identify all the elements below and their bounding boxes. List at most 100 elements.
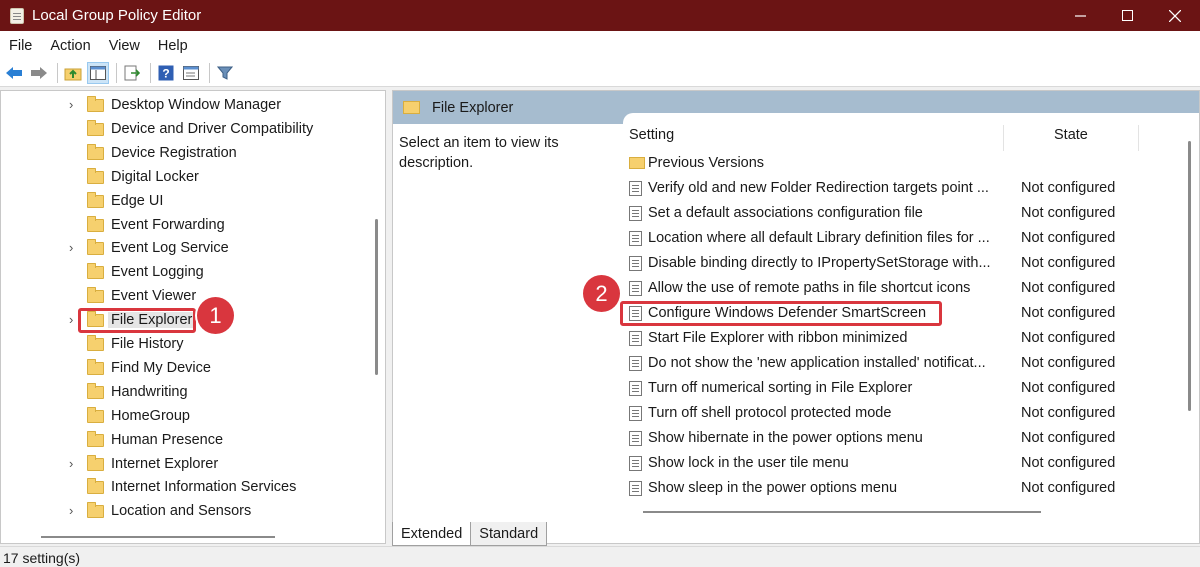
export-list-button[interactable] [121, 62, 143, 84]
column-header-state[interactable]: State [1054, 127, 1088, 151]
folder-icon [87, 478, 104, 495]
tree-item[interactable]: Edge UI [1, 190, 371, 214]
chevron-right-icon[interactable]: › [69, 97, 81, 112]
chevron-right-icon[interactable]: › [69, 240, 81, 255]
setting-name: Show hibernate in the power options menu [648, 430, 923, 446]
folder-icon [87, 215, 104, 232]
tree-item-label: Event Forwarding [111, 216, 225, 233]
callout-badge-1: 1 [197, 297, 234, 334]
tree-item[interactable]: Human Presence [1, 429, 371, 453]
policy-row[interactable]: Show hibernate in the power options menu… [623, 426, 1183, 451]
policy-row[interactable]: Show sleep in the power options menu Not … [623, 476, 1183, 501]
policy-row[interactable]: Do not show the 'new application install… [623, 351, 1183, 376]
help-icon: ? [158, 65, 174, 81]
tree-horizontal-scrollbar[interactable] [41, 536, 275, 538]
subfolder-row[interactable]: Previous Versions [623, 151, 1183, 176]
tree-item[interactable]: Digital Locker [1, 166, 371, 190]
window-title: Local Group Policy Editor [32, 7, 202, 24]
column-header-setting[interactable]: Setting [629, 127, 674, 151]
tree-item[interactable]: Device Registration [1, 142, 371, 166]
close-icon [1169, 9, 1181, 22]
policy-row[interactable]: Start File Explorer with ribbon minimize… [623, 326, 1183, 351]
tree-item[interactable]: Find My Device [1, 357, 371, 381]
folder-icon [87, 96, 104, 112]
tree-item[interactable]: Event Viewer [1, 285, 371, 309]
policy-row[interactable]: Disable binding directly to IPropertySet… [623, 251, 1183, 276]
help-button[interactable]: ? [155, 62, 177, 84]
policy-row[interactable]: Location where all default Library defin… [623, 226, 1183, 251]
filter-button[interactable] [214, 62, 236, 84]
settings-vertical-scrollbar[interactable] [1188, 141, 1191, 411]
tree-item[interactable]: File History [1, 333, 371, 357]
tree-item-label: Event Logging [111, 264, 204, 281]
show-hide-tree-icon [90, 66, 106, 80]
tree-item-label: Internet Information Services [111, 479, 297, 496]
policy-row[interactable]: Turn off numerical sorting in File Explo… [623, 376, 1183, 401]
menu-action[interactable]: Action [41, 38, 99, 54]
tree-item-label: HomeGroup [111, 407, 190, 424]
column-divider[interactable] [1003, 125, 1004, 151]
tree-item-label: Internet Explorer [111, 455, 219, 472]
folder-icon [87, 358, 104, 375]
forward-button[interactable] [28, 62, 50, 84]
maximize-button[interactable] [1104, 0, 1150, 31]
menu-view[interactable]: View [100, 38, 149, 54]
tree-vertical-scrollbar[interactable] [375, 219, 378, 375]
maximize-icon [1121, 10, 1133, 21]
show-hide-console-tree-button[interactable] [87, 62, 109, 84]
forward-arrow-icon [31, 67, 47, 79]
callout-highlight-file-explorer [78, 308, 196, 333]
settings-horizontal-scrollbar[interactable] [643, 511, 1041, 513]
chevron-right-icon[interactable]: › [69, 503, 81, 518]
setting-name: Previous Versions [648, 155, 765, 171]
tree-item[interactable]: › Desktop Window Manager [1, 94, 371, 118]
policy-row[interactable]: Verify old and new Folder Redirection ta… [623, 176, 1183, 201]
tree-item-label: Device Registration [111, 144, 237, 161]
tree-item[interactable]: HomeGroup [1, 405, 371, 429]
policy-row[interactable]: Set a default associations configuration… [623, 201, 1183, 226]
properties-button[interactable] [180, 62, 202, 84]
policy-row[interactable]: Show lock in the user tile menu Not confi… [623, 451, 1183, 476]
tree-item[interactable]: Event Forwarding [1, 214, 371, 238]
setting-state: Not configured [1021, 205, 1116, 221]
folder-icon [87, 335, 104, 351]
tree-item[interactable]: › Event Log Service [1, 237, 371, 261]
tree-item[interactable]: Event Logging [1, 261, 371, 285]
tree-item-label: Edge UI [111, 192, 164, 209]
folder-icon [87, 502, 104, 519]
policy-setting-icon [629, 331, 642, 346]
policy-setting-icon [629, 256, 642, 271]
minimize-button[interactable] [1058, 0, 1104, 31]
column-divider[interactable] [1138, 125, 1139, 151]
setting-state: Not configured [1021, 455, 1116, 471]
tree-item[interactable]: › Location and Sensors [1, 500, 371, 524]
setting-name: Verify old and new Folder Redirection ta… [648, 180, 989, 196]
back-button[interactable] [3, 62, 25, 84]
menu-bar: File Action View Help [0, 31, 1200, 60]
tab-standard[interactable]: Standard [470, 522, 548, 546]
close-button[interactable] [1152, 0, 1198, 31]
menu-file[interactable]: File [0, 38, 41, 54]
tree-item[interactable]: › Internet Explorer [1, 453, 371, 477]
setting-name: Show lock in the user tile menu [648, 455, 849, 471]
setting-name: Allow the use of remote paths in file sh… [648, 280, 971, 296]
policy-setting-icon [629, 431, 642, 446]
policy-row[interactable]: Turn off shell protocol protected mode No… [623, 401, 1183, 426]
setting-name: Do not show the 'new application install… [648, 355, 986, 371]
policy-setting-icon [629, 381, 642, 396]
tree-item[interactable]: Device and Driver Compatibility [1, 118, 371, 142]
menu-help[interactable]: Help [149, 38, 197, 54]
setting-name: Location where all default Library defin… [648, 230, 990, 246]
policy-setting-icon [629, 356, 642, 371]
chevron-right-icon[interactable]: › [69, 456, 81, 471]
tree-item-label: File History [111, 336, 184, 352]
folder-icon [87, 239, 104, 256]
tree-item[interactable]: Handwriting [1, 381, 371, 405]
status-bar: 17 setting(s) [0, 546, 1200, 567]
setting-name: Start File Explorer with ribbon minimize… [648, 330, 908, 346]
up-one-level-button[interactable] [62, 62, 84, 84]
setting-state: Not configured [1021, 330, 1116, 346]
tree-item[interactable]: Internet Information Services [1, 476, 371, 500]
tab-extended[interactable]: Extended [392, 522, 472, 546]
policy-row[interactable]: Allow the use of remote paths in file sh… [623, 276, 1183, 301]
